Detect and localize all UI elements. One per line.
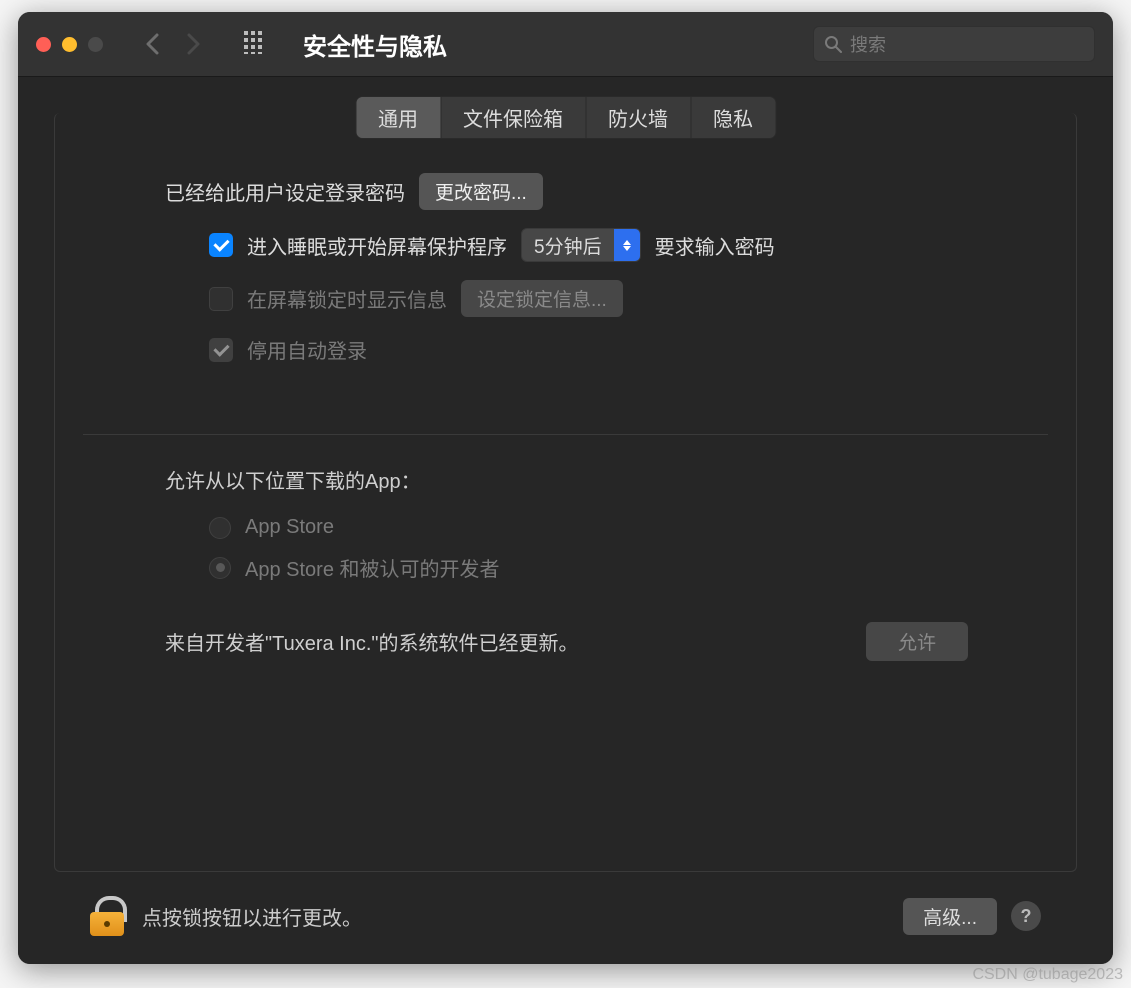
tab-firewall[interactable]: 防火墙: [586, 97, 691, 138]
show-lock-message-checkbox[interactable]: [209, 287, 233, 311]
show-lock-message-row: 在屏幕锁定时显示信息 设定锁定信息...: [209, 280, 1028, 317]
download-title: 允许从以下位置下载的App：: [165, 465, 1028, 494]
advanced-button[interactable]: 高级...: [903, 898, 997, 935]
section-divider: [83, 434, 1048, 435]
tab-privacy[interactable]: 隐私: [691, 97, 775, 138]
require-password-delay-value: 5分钟后: [522, 232, 614, 259]
show-lock-message-label: 在屏幕锁定时显示信息: [247, 284, 447, 313]
password-set-row: 已经给此用户设定登录密码 更改密码...: [165, 173, 1028, 210]
page-title: 安全性与隐私: [303, 27, 447, 62]
tab-filevault[interactable]: 文件保险箱: [441, 97, 586, 138]
password-set-label: 已经给此用户设定登录密码: [165, 177, 405, 206]
require-password-row: 进入睡眠或开始屏幕保护程序 5分钟后 要求输入密码: [209, 228, 1028, 262]
nav-buttons: [145, 33, 201, 55]
toolbar: 安全性与隐私 搜索: [18, 12, 1113, 77]
close-window-button[interactable]: [36, 37, 51, 52]
radio-button-app-store-identified: [209, 557, 231, 579]
radio-label-app-store-identified: App Store 和被认可的开发者: [245, 553, 500, 582]
main-panel: 通用 文件保险箱 防火墙 隐私 已经给此用户设定登录密码 更改密码... 进入睡…: [54, 113, 1077, 872]
require-password-checkbox[interactable]: [209, 233, 233, 257]
require-password-delay-select[interactable]: 5分钟后: [521, 228, 641, 262]
back-button[interactable]: [145, 33, 159, 55]
developer-notice-row: 来自开发者"Tuxera Inc."的系统软件已经更新。 允许: [165, 622, 1028, 661]
lock-icon[interactable]: [90, 896, 124, 936]
zoom-window-button[interactable]: [88, 37, 103, 52]
radio-app-store[interactable]: App Store: [209, 516, 1028, 539]
change-password-button[interactable]: 更改密码...: [419, 173, 543, 210]
radio-app-store-identified[interactable]: App Store 和被认可的开发者: [209, 553, 1028, 582]
download-section: 允许从以下位置下载的App： App Store App Store 和被认可的…: [55, 465, 1076, 661]
select-stepper-icon: [614, 229, 640, 261]
show-all-icon[interactable]: [243, 30, 267, 59]
footer: 点按锁按钮以进行更改。 高级... ?: [54, 872, 1077, 964]
tab-bar: 通用 文件保险箱 防火墙 隐私: [355, 96, 776, 139]
tab-general[interactable]: 通用: [356, 97, 441, 138]
minimize-window-button[interactable]: [62, 37, 77, 52]
window-controls: [36, 37, 103, 52]
disable-auto-login-row: 停用自动登录: [209, 335, 1028, 364]
disable-auto-login-label: 停用自动登录: [247, 335, 367, 364]
search-icon: [824, 35, 842, 53]
search-field[interactable]: 搜索: [813, 26, 1095, 62]
general-content: 已经给此用户设定登录密码 更改密码... 进入睡眠或开始屏幕保护程序 5分钟后 …: [55, 149, 1076, 364]
help-button[interactable]: ?: [1011, 901, 1041, 931]
forward-button[interactable]: [187, 33, 201, 55]
require-password-label-after: 要求输入密码: [655, 231, 775, 260]
body: 通用 文件保险箱 防火墙 隐私 已经给此用户设定登录密码 更改密码... 进入睡…: [18, 77, 1113, 964]
lock-hint-text: 点按锁按钮以进行更改。: [142, 902, 362, 931]
radio-label-app-store: App Store: [245, 516, 334, 539]
watermark: CSDN @tubage2023: [972, 966, 1123, 984]
disable-auto-login-checkbox[interactable]: [209, 338, 233, 362]
developer-notice-text: 来自开发者"Tuxera Inc."的系统软件已经更新。: [165, 627, 579, 656]
search-placeholder: 搜索: [850, 31, 886, 57]
preferences-window: 安全性与隐私 搜索 通用 文件保险箱 防火墙 隐私 已经给此用户设定登录密码 更…: [18, 12, 1113, 964]
allow-button[interactable]: 允许: [866, 622, 968, 661]
set-lock-message-button[interactable]: 设定锁定信息...: [461, 280, 623, 317]
radio-button-app-store: [209, 517, 231, 539]
require-password-label-before: 进入睡眠或开始屏幕保护程序: [247, 231, 507, 260]
